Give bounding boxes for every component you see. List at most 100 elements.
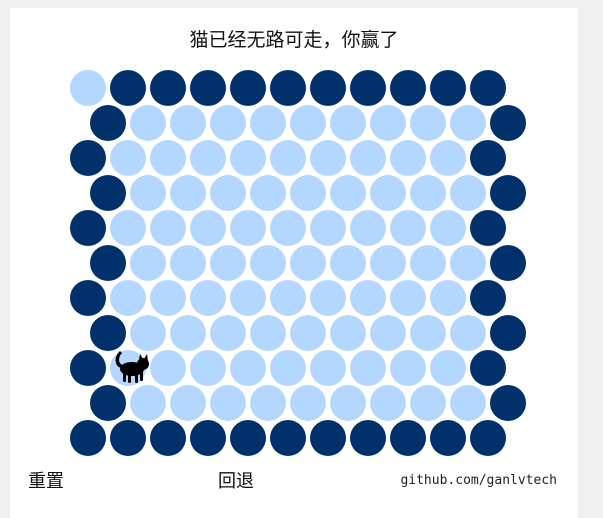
wall-cell (430, 70, 466, 106)
wall-cell (490, 385, 526, 421)
game-panel: 猫已经无路可走，你赢了 重置 回退 github.com/ganlvtech (10, 8, 578, 518)
empty-cell[interactable] (190, 280, 226, 316)
empty-cell[interactable] (350, 210, 386, 246)
empty-cell[interactable] (130, 385, 166, 421)
empty-cell[interactable] (330, 385, 366, 421)
empty-cell[interactable] (450, 385, 486, 421)
empty-cell[interactable] (170, 385, 206, 421)
empty-cell[interactable] (210, 385, 246, 421)
empty-cell[interactable] (350, 350, 386, 386)
empty-cell[interactable] (270, 210, 306, 246)
wall-cell (90, 105, 126, 141)
empty-cell[interactable] (450, 105, 486, 141)
empty-cell[interactable] (110, 140, 146, 176)
empty-cell[interactable] (250, 385, 286, 421)
empty-cell[interactable] (170, 105, 206, 141)
empty-cell[interactable] (150, 210, 186, 246)
empty-cell[interactable] (430, 210, 466, 246)
wall-cell (270, 420, 306, 456)
wall-cell (110, 70, 146, 106)
empty-cell[interactable] (250, 245, 286, 281)
wall-cell (490, 245, 526, 281)
empty-cell[interactable] (410, 385, 446, 421)
empty-cell[interactable] (290, 245, 326, 281)
empty-cell[interactable] (150, 280, 186, 316)
empty-cell[interactable] (290, 385, 326, 421)
empty-cell[interactable] (450, 315, 486, 351)
wall-cell (390, 420, 426, 456)
empty-cell[interactable] (310, 140, 346, 176)
empty-cell[interactable] (110, 280, 146, 316)
empty-cell[interactable] (410, 105, 446, 141)
empty-cell[interactable] (390, 210, 426, 246)
wall-cell (470, 70, 506, 106)
reset-button[interactable]: 重置 (28, 467, 64, 493)
empty-cell[interactable] (210, 105, 246, 141)
empty-cell[interactable] (290, 105, 326, 141)
empty-cell[interactable] (110, 210, 146, 246)
empty-cell[interactable] (450, 245, 486, 281)
empty-cell[interactable] (170, 315, 206, 351)
wall-cell (70, 140, 106, 176)
wall-cell (90, 315, 126, 351)
empty-cell[interactable] (150, 140, 186, 176)
empty-cell[interactable] (270, 280, 306, 316)
empty-cell[interactable] (130, 245, 166, 281)
empty-cell[interactable] (190, 140, 226, 176)
empty-cell[interactable] (170, 245, 206, 281)
empty-cell[interactable] (70, 70, 106, 106)
wall-cell (70, 420, 106, 456)
empty-cell[interactable] (330, 175, 366, 211)
empty-cell[interactable] (370, 385, 406, 421)
empty-cell[interactable] (410, 175, 446, 211)
empty-cell[interactable] (250, 175, 286, 211)
empty-cell[interactable] (370, 175, 406, 211)
empty-cell[interactable] (430, 350, 466, 386)
wall-cell (390, 70, 426, 106)
empty-cell[interactable] (230, 210, 266, 246)
empty-cell[interactable] (430, 140, 466, 176)
empty-cell[interactable] (230, 350, 266, 386)
empty-cell[interactable] (310, 210, 346, 246)
undo-button[interactable]: 回退 (218, 467, 254, 493)
empty-cell[interactable] (290, 175, 326, 211)
empty-cell[interactable] (370, 245, 406, 281)
empty-cell[interactable] (190, 210, 226, 246)
empty-cell[interactable] (290, 315, 326, 351)
empty-cell[interactable] (370, 315, 406, 351)
wall-cell (70, 280, 106, 316)
empty-cell[interactable] (270, 140, 306, 176)
github-link[interactable]: github.com/ganlvtech (400, 473, 557, 488)
empty-cell[interactable] (230, 280, 266, 316)
empty-cell[interactable] (250, 315, 286, 351)
empty-cell[interactable] (230, 140, 266, 176)
empty-cell[interactable] (450, 175, 486, 211)
empty-cell[interactable] (350, 280, 386, 316)
empty-cell[interactable] (130, 105, 166, 141)
empty-cell[interactable] (370, 105, 406, 141)
empty-cell[interactable] (270, 350, 306, 386)
empty-cell[interactable] (330, 105, 366, 141)
empty-cell[interactable] (210, 315, 246, 351)
wall-cell (470, 280, 506, 316)
empty-cell[interactable] (410, 315, 446, 351)
empty-cell[interactable] (210, 245, 246, 281)
empty-cell[interactable] (310, 280, 346, 316)
empty-cell[interactable] (130, 175, 166, 211)
empty-cell[interactable] (330, 315, 366, 351)
empty-cell[interactable] (410, 245, 446, 281)
empty-cell[interactable] (170, 175, 206, 211)
empty-cell[interactable] (310, 350, 346, 386)
empty-cell[interactable] (190, 350, 226, 386)
empty-cell[interactable] (390, 140, 426, 176)
empty-cell[interactable] (350, 140, 386, 176)
empty-cell[interactable] (330, 245, 366, 281)
empty-cell[interactable] (250, 105, 286, 141)
empty-cell[interactable] (390, 350, 426, 386)
empty-cell[interactable] (210, 175, 246, 211)
empty-cell[interactable] (150, 350, 186, 386)
empty-cell[interactable] (390, 280, 426, 316)
empty-cell[interactable] (430, 280, 466, 316)
wall-cell (90, 175, 126, 211)
empty-cell[interactable] (130, 315, 166, 351)
